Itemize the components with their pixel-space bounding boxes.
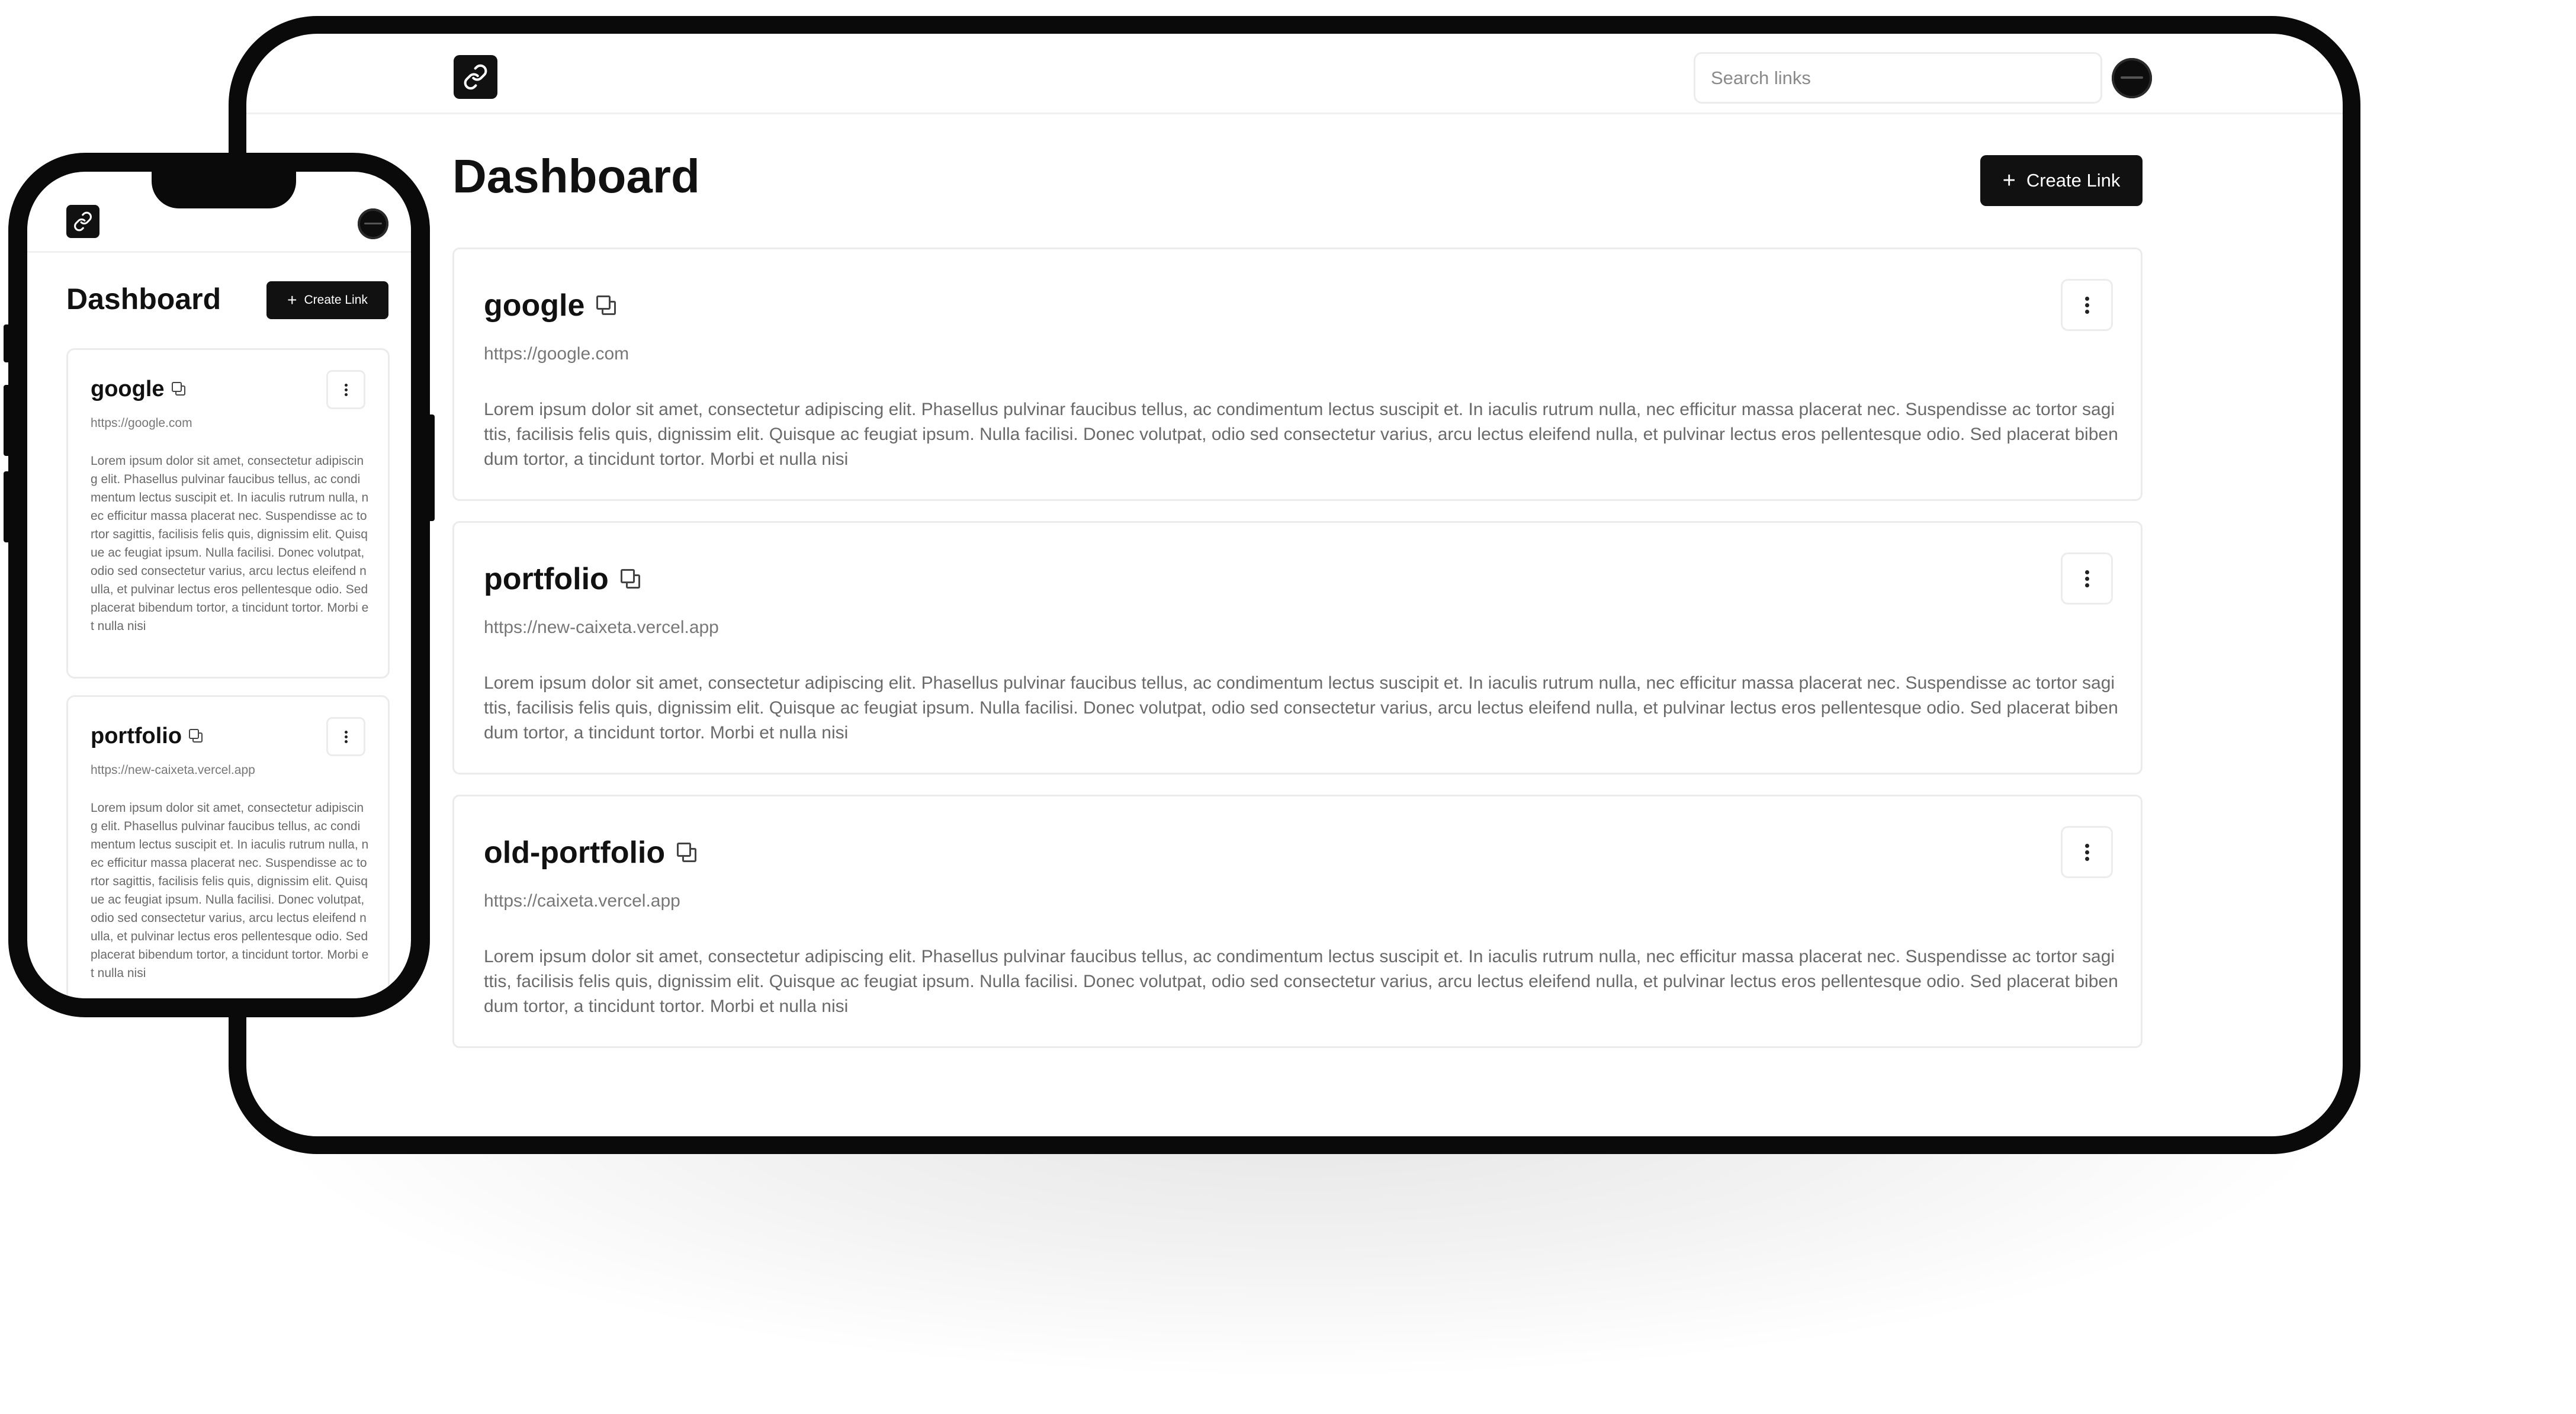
more-options-button[interactable] xyxy=(2061,279,2113,331)
link-name: old-portfolio xyxy=(484,835,666,870)
phone-device-frame: Dashboard + Create Link google https://g… xyxy=(8,153,430,1017)
link-card: old-portfolio https://caixeta.vercel.app… xyxy=(452,795,2143,1048)
desktop-device-frame: Dashboard + Create Link google https://g… xyxy=(229,16,2360,1154)
link-description: Lorem ipsum dolor sit amet, consectetur … xyxy=(91,801,369,980)
link-icon xyxy=(74,211,92,232)
app-logo[interactable] xyxy=(66,205,99,238)
link-card: google https://google.com Lorem ipsum do… xyxy=(66,348,390,679)
link-name: portfolio xyxy=(91,723,182,748)
search-input[interactable] xyxy=(1694,52,2102,104)
create-link-button[interactable]: + Create Link xyxy=(266,281,388,319)
link-name: portfolio xyxy=(484,562,609,596)
header-divider xyxy=(27,251,411,253)
copy-icon[interactable] xyxy=(677,843,697,863)
link-url: https://google.com xyxy=(91,416,192,430)
desktop-screen: Dashboard + Create Link google https://g… xyxy=(246,34,2343,1136)
more-options-button[interactable] xyxy=(326,717,365,756)
app-logo[interactable] xyxy=(454,55,497,99)
more-vertical-icon xyxy=(2084,569,2089,589)
link-card: portfolio https://new-caixeta.vercel.app… xyxy=(452,521,2143,775)
link-card: portfolio https://new-caixeta.vercel.app… xyxy=(66,695,390,998)
page-title: Dashboard xyxy=(452,150,700,203)
more-vertical-icon xyxy=(344,730,348,744)
link-url: https://caixeta.vercel.app xyxy=(484,891,680,911)
phone-notch xyxy=(152,172,296,208)
link-url: https://new-caixeta.vercel.app xyxy=(484,618,719,637)
more-vertical-icon xyxy=(344,383,348,397)
more-vertical-icon xyxy=(2084,843,2089,862)
link-description: Lorem ipsum dolor sit amet, consectetur … xyxy=(484,673,2118,743)
page-title: Dashboard xyxy=(66,282,221,316)
create-link-label: Create Link xyxy=(304,293,368,307)
link-name: google xyxy=(91,376,165,401)
link-description: Lorem ipsum dolor sit amet, consectetur … xyxy=(484,400,2118,469)
user-avatar[interactable] xyxy=(2112,58,2152,98)
link-card: google https://google.com Lorem ipsum do… xyxy=(452,248,2143,501)
copy-icon[interactable] xyxy=(189,729,203,743)
more-options-button[interactable] xyxy=(2061,552,2113,605)
link-description: Lorem ipsum dolor sit amet, consectetur … xyxy=(484,947,2118,1016)
more-vertical-icon xyxy=(2084,295,2089,315)
link-url: https://new-caixeta.vercel.app xyxy=(91,763,255,777)
copy-icon[interactable] xyxy=(620,569,641,589)
more-options-button[interactable] xyxy=(326,370,365,409)
link-icon xyxy=(464,64,487,90)
create-link-label: Create Link xyxy=(2026,170,2121,191)
more-options-button[interactable] xyxy=(2061,826,2113,878)
link-name: google xyxy=(484,288,585,323)
copy-icon[interactable] xyxy=(596,295,616,316)
create-link-button[interactable]: + Create Link xyxy=(1980,155,2143,206)
link-description: Lorem ipsum dolor sit amet, consectetur … xyxy=(91,454,369,633)
plus-icon: + xyxy=(287,291,297,309)
copy-icon[interactable] xyxy=(171,382,186,396)
link-url: https://google.com xyxy=(484,344,629,364)
header-divider xyxy=(246,113,2343,114)
user-avatar[interactable] xyxy=(358,208,388,239)
plus-icon: + xyxy=(2002,168,2016,193)
